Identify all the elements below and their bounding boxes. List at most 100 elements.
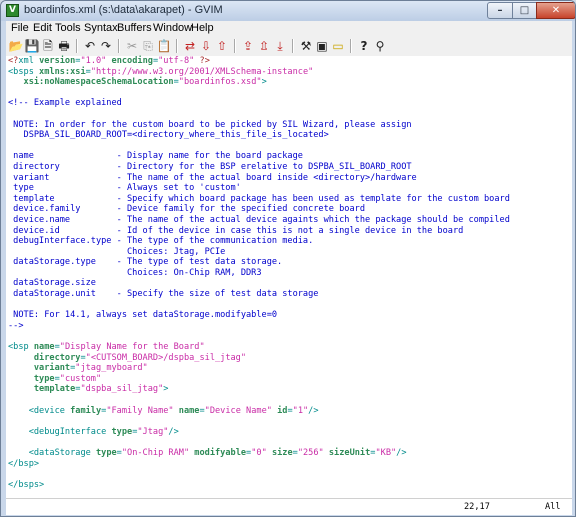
- code-line[interactable]: directory="<CUTSOM_BOARD>/dspba_sil_jtag…: [8, 353, 510, 364]
- code-line[interactable]: <debugInterface type="Jtag"/>: [8, 427, 510, 438]
- code-line[interactable]: <dataStorage type="On-Chip RAM" modifyab…: [8, 448, 510, 459]
- print-icon[interactable]: 🖶: [56, 38, 72, 54]
- redo-icon[interactable]: ↷: [98, 38, 114, 54]
- code-token: <?: [8, 56, 19, 66]
- paste-icon[interactable]: 📋: [156, 38, 172, 54]
- code-line[interactable]: ​: [8, 331, 510, 342]
- code-token: >: [163, 384, 169, 395]
- code-line[interactable]: device.family - Device family for the sp…: [8, 204, 510, 215]
- status-bar: 22,17 All: [6, 498, 572, 515]
- open-icon[interactable]: 📂: [8, 38, 24, 54]
- code-line[interactable]: template="dspba_sil_jtag">: [8, 384, 510, 395]
- code-token: </bsps>: [8, 479, 45, 490]
- code-token: directory - Directory for the BSP erelat…: [8, 161, 412, 172]
- cut-icon[interactable]: ✂: [124, 38, 140, 54]
- code-line[interactable]: NOTE: In order for the custom board to b…: [8, 120, 510, 131]
- code-line[interactable]: template - Specify which board package h…: [8, 194, 510, 205]
- code-line[interactable]: <?xml version="1.0" encoding="utf-8" ?>: [8, 56, 510, 67]
- code-line[interactable]: ​: [8, 141, 510, 152]
- code-line[interactable]: ​: [8, 416, 510, 427]
- code-line[interactable]: dataStorage.size: [8, 278, 510, 289]
- code-line[interactable]: device.name - The name of the actual dev…: [8, 215, 510, 226]
- code-line[interactable]: type="custom": [8, 374, 510, 385]
- ctags-icon[interactable]: ▭: [330, 38, 346, 54]
- code-token: variant: [33, 363, 71, 374]
- find-next-icon[interactable]: ⇩: [198, 38, 214, 54]
- undo-icon[interactable]: ↶: [82, 38, 98, 54]
- code-line[interactable]: type - Always set to 'custom': [8, 183, 510, 194]
- code-line[interactable]: debugInterface.type - The type of the co…: [8, 236, 510, 247]
- code-line[interactable]: ​: [8, 395, 510, 406]
- code-token: device.family - Device family for the sp…: [8, 204, 365, 215]
- save-session-icon[interactable]: ⇫: [256, 38, 272, 54]
- save-all-icon[interactable]: 🗎: [40, 38, 56, 54]
- code-line[interactable]: ​: [8, 88, 510, 99]
- code-line[interactable]: </bsps>: [8, 480, 510, 491]
- copy-icon[interactable]: ⎘: [140, 38, 156, 54]
- menu-window[interactable]: Window: [153, 22, 192, 34]
- code-token: id: [271, 405, 288, 416]
- cursor-position: 22,17: [464, 502, 490, 512]
- code-line[interactable]: variant="jtag_myboard": [8, 363, 510, 374]
- menu-file[interactable]: File: [11, 22, 29, 34]
- code-line[interactable]: device.id - Id of the device in case thi…: [8, 226, 510, 237]
- code-line[interactable]: NOTE: For 14.1, always set dataStorage.m…: [8, 310, 510, 321]
- code-token: "jtag_myboard": [75, 363, 148, 374]
- code-token: NOTE: For 14.1, always set dataStorage.m…: [8, 310, 278, 321]
- menu-syntax[interactable]: Syntax: [84, 22, 118, 34]
- run-script-icon[interactable]: ⤓: [272, 38, 288, 54]
- code-text[interactable]: <?xml version="1.0" encoding="utf-8" ?> <…: [8, 56, 510, 490]
- menu-edit[interactable]: Edit: [33, 22, 52, 34]
- shell-icon[interactable]: ▣: [314, 38, 330, 54]
- title-bar[interactable]: V boardinfos.xml (s:\data\akarapet) - GV…: [1, 1, 575, 21]
- code-token: template: [33, 384, 76, 395]
- code-line[interactable]: ​: [8, 437, 510, 448]
- menu-help[interactable]: Help: [191, 22, 214, 34]
- code-line[interactable]: <bsp name="Display Name for the Board": [8, 342, 510, 353]
- code-line[interactable]: name - Display name for the board packag…: [8, 151, 510, 162]
- find-prev-icon[interactable]: ⇧: [214, 38, 230, 54]
- save-icon[interactable]: 💾: [24, 38, 40, 54]
- code-line[interactable]: <device family="Family Name" name="Devic…: [8, 406, 510, 417]
- code-line[interactable]: dataStorage.unit - Specify the size of t…: [8, 289, 510, 300]
- code-token: Choices: On-Chip RAM, DDR3: [8, 267, 262, 278]
- code-token: variant - The name of the actual board i…: [8, 172, 417, 183]
- code-token: <dataStorage: [28, 447, 91, 458]
- code-token: template - Specify which board package h…: [8, 193, 510, 204]
- code-token: directory: [33, 352, 81, 363]
- code-line[interactable]: directory - Directory for the BSP erelat…: [8, 162, 510, 173]
- code-line[interactable]: DSPBA_SIL_BOARD_ROOT=<directory_where_th…: [8, 130, 510, 141]
- maximize-button[interactable]: □: [512, 2, 537, 19]
- replace-icon[interactable]: ⇄: [182, 38, 198, 54]
- code-line[interactable]: ​: [8, 109, 510, 120]
- make-icon[interactable]: ⚒: [298, 38, 314, 54]
- code-line[interactable]: <!-- Example explained: [8, 98, 510, 109]
- code-line[interactable]: -->: [8, 321, 510, 332]
- code-token: />: [168, 426, 179, 437]
- code-line[interactable]: <bsps xmlns:xsi="http://www.w3.org/2001/…: [8, 67, 510, 78]
- code-line[interactable]: ​: [8, 300, 510, 311]
- code-line[interactable]: dataStorage.type - The type of test data…: [8, 257, 510, 268]
- code-token: "Jtag": [137, 426, 169, 437]
- code-line[interactable]: Choices: Jtag, PCIe: [8, 247, 510, 258]
- menu-tools[interactable]: Tools: [55, 22, 81, 34]
- find-help-icon[interactable]: ⚲: [372, 38, 388, 54]
- help-icon[interactable]: ?: [356, 38, 372, 54]
- close-button[interactable]: ✕: [536, 2, 575, 19]
- code-line[interactable]: xsi:noNamespaceSchemaLocation="boardinfo…: [8, 77, 510, 88]
- code-line[interactable]: </bsp>: [8, 459, 510, 470]
- menu-bar: File Edit Tools Syntax Buffers Window He…: [6, 21, 572, 36]
- minimize-button[interactable]: –: [487, 2, 513, 19]
- code-line[interactable]: Choices: On-Chip RAM, DDR3: [8, 268, 510, 279]
- code-token: dataStorage.type - The type of test data…: [8, 257, 283, 268]
- load-session-icon[interactable]: ⇪: [240, 38, 256, 54]
- code-token: <bsps: [8, 66, 34, 77]
- editor-area[interactable]: <?xml version="1.0" encoding="utf-8" ?> <…: [6, 56, 572, 498]
- code-token: </bsp>: [8, 458, 40, 469]
- code-line[interactable]: ​: [8, 469, 510, 480]
- code-line[interactable]: variant - The name of the actual board i…: [8, 173, 510, 184]
- menu-buffers[interactable]: Buffers: [117, 22, 152, 34]
